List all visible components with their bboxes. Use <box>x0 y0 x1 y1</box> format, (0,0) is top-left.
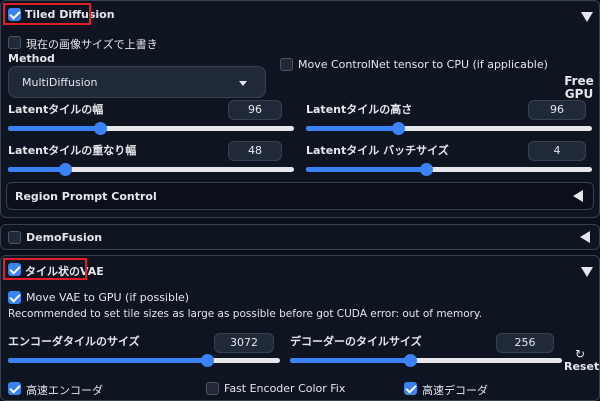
demofusion-enable-checkbox[interactable] <box>8 231 21 244</box>
fast-encoder-checkbox[interactable] <box>8 382 21 395</box>
region-prompt-control-accordion[interactable]: Region Prompt Control <box>6 182 594 210</box>
fast-encoder-color-fix-checkbox[interactable] <box>206 382 219 395</box>
move-controlnet-label: Move ControlNet tensor to CPU (if applic… <box>298 58 548 71</box>
latent-tile-width-input[interactable]: 96 <box>228 100 282 120</box>
fast-encoder-label: 高速エンコーダ <box>26 384 103 397</box>
fast-encoder-color-fix-label: Fast Encoder Color Fix <box>224 382 346 395</box>
highlight-box-tiled-vae <box>3 258 87 280</box>
move-controlnet-checkbox[interactable] <box>280 58 293 71</box>
overwrite-image-size-checkbox[interactable] <box>8 36 21 49</box>
latent-tile-height-label: Latentタイルの高さ <box>306 103 413 116</box>
latent-tile-overlap-label: Latentタイルの重なり幅 <box>8 144 137 157</box>
free-gpu-button[interactable]: Free GPU <box>562 75 596 101</box>
method-dropdown[interactable]: MultiDiffusion <box>8 66 266 98</box>
latent-tile-width-label: Latentタイルの幅 <box>8 103 104 116</box>
collapse-triangle-icon[interactable] <box>581 12 593 22</box>
demofusion-title[interactable]: DemoFusion <box>26 231 102 244</box>
latent-tile-height-slider[interactable] <box>306 122 592 135</box>
refresh-icon: ↻ <box>574 347 586 361</box>
dropdown-caret-icon <box>239 81 247 86</box>
region-prompt-control-label: Region Prompt Control <box>15 190 157 203</box>
collapse-triangle-icon[interactable] <box>581 267 593 277</box>
move-vae-label: Move VAE to GPU (if possible) <box>26 291 190 304</box>
slider-thumb[interactable] <box>403 354 417 367</box>
slider-thumb[interactable] <box>93 122 107 135</box>
recommendation-text: Recommended to set tile sizes as large a… <box>8 308 483 320</box>
latent-tile-batch-input[interactable]: 4 <box>528 141 586 161</box>
fast-decoder-checkbox[interactable] <box>404 382 417 395</box>
highlight-box-tiled-diffusion <box>3 3 91 25</box>
latent-tile-height-input[interactable]: 96 <box>528 100 586 120</box>
encoder-tile-size-slider[interactable] <box>8 354 280 367</box>
encoder-tile-size-label: エンコーダタイルのサイズ <box>8 335 140 348</box>
reset-button[interactable]: ↻ Reset <box>564 347 600 373</box>
latent-tile-batch-label: Latentタイル バッチサイズ <box>306 144 449 157</box>
latent-tile-overlap-input[interactable]: 48 <box>228 141 282 161</box>
latent-tile-overlap-slider[interactable] <box>8 163 294 176</box>
latent-tile-width-slider[interactable] <box>8 122 294 135</box>
slider-thumb[interactable] <box>391 122 405 135</box>
encoder-tile-size-input[interactable]: 3072 <box>214 333 274 353</box>
decoder-tile-size-slider[interactable] <box>290 354 562 367</box>
decoder-tile-size-input[interactable]: 256 <box>496 333 554 353</box>
method-dropdown-value: MultiDiffusion <box>22 76 98 89</box>
expand-triangle-icon <box>573 190 583 202</box>
expand-triangle-icon[interactable] <box>580 231 590 243</box>
latent-tile-batch-slider[interactable] <box>306 163 592 176</box>
method-label: Method <box>8 52 55 65</box>
decoder-tile-size-label: デコーダーのタイルサイズ <box>290 335 422 348</box>
fast-decoder-label: 高速デコーダ <box>422 384 488 397</box>
overwrite-image-size-label: 現在の画像サイズで上書き <box>26 38 158 51</box>
slider-thumb[interactable] <box>200 354 214 367</box>
move-vae-checkbox[interactable] <box>8 291 21 304</box>
reset-label: Reset <box>564 360 600 373</box>
